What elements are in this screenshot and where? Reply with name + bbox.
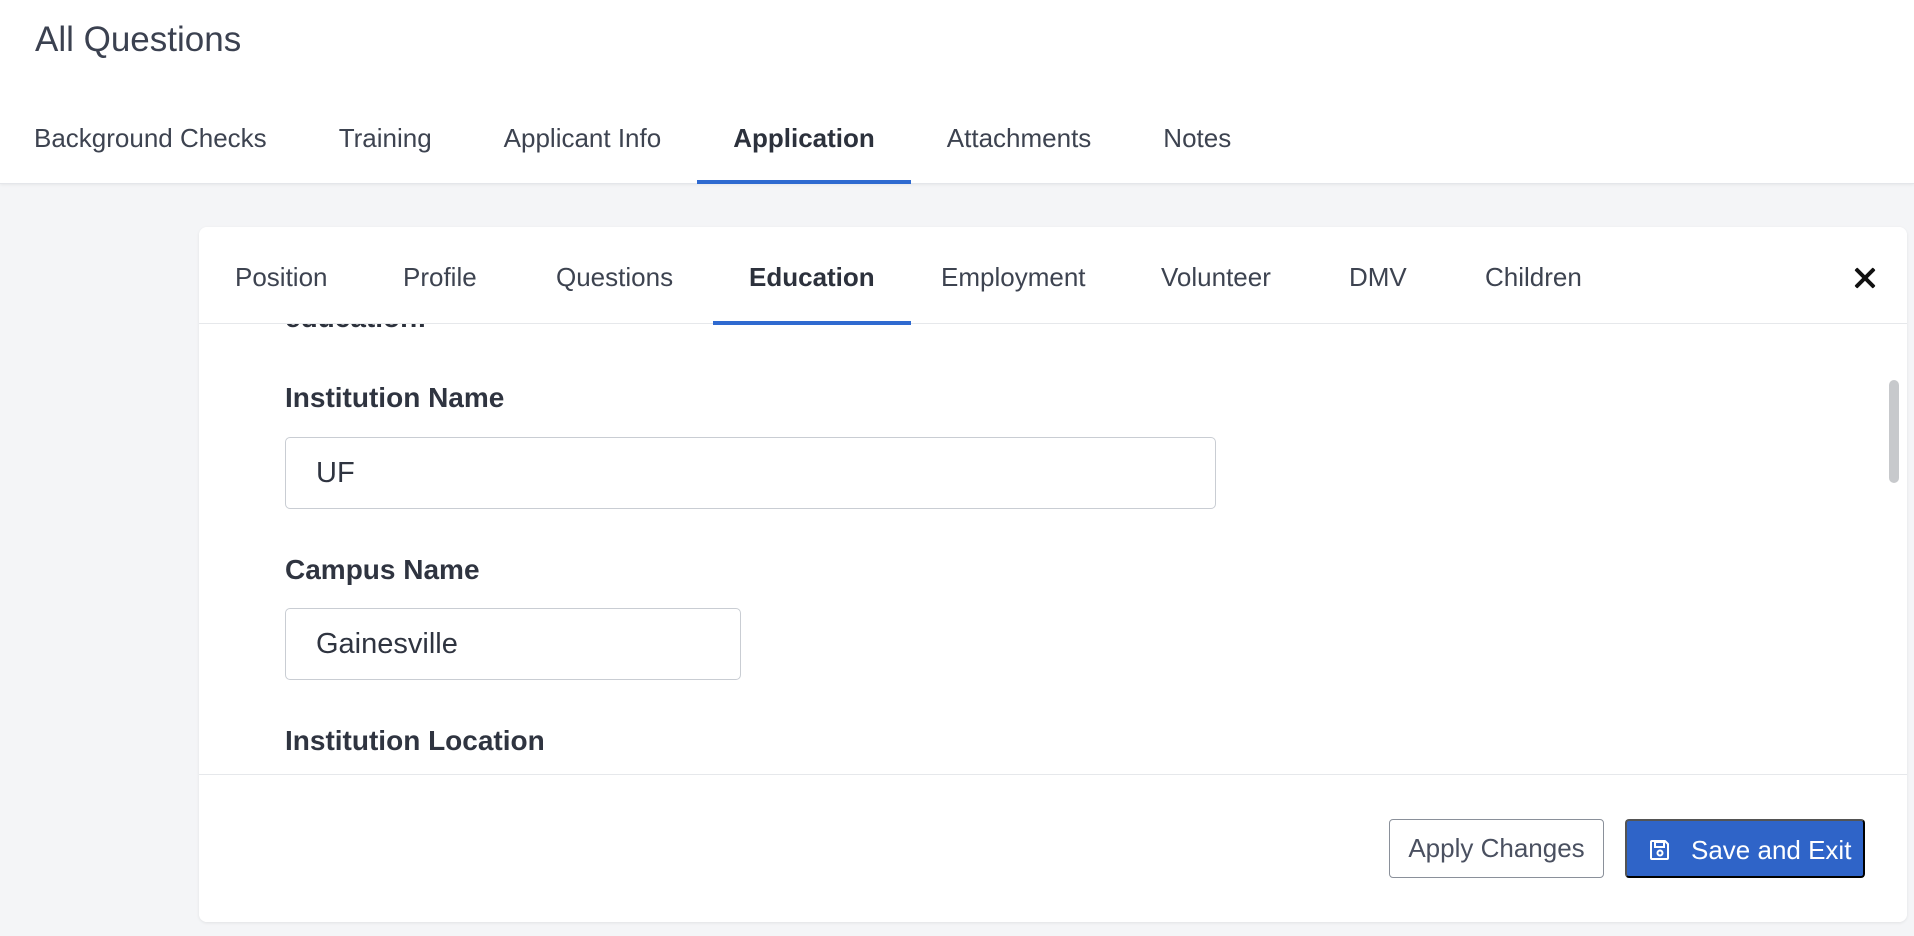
main-tabs: Background Checks Training Applicant Inf… <box>0 112 1231 184</box>
tab-attachments[interactable]: Attachments <box>947 112 1092 184</box>
tab-background-checks[interactable]: Background Checks <box>34 112 267 184</box>
page-header: All Questions Background Checks Training… <box>0 0 1914 184</box>
tab-training[interactable]: Training <box>339 112 432 184</box>
tab-education[interactable]: Education <box>713 227 911 325</box>
application-panel: Position Profile Questions Education Emp… <box>199 227 1907 922</box>
tab-profile[interactable]: Profile <box>403 227 477 324</box>
tab-notes[interactable]: Notes <box>1163 112 1231 184</box>
tab-position[interactable]: Position <box>235 227 328 324</box>
save-icon <box>1650 840 1669 860</box>
tab-questions[interactable]: Questions <box>556 227 673 324</box>
tab-volunteer[interactable]: Volunteer <box>1161 227 1271 324</box>
scrollbar[interactable] <box>1889 380 1899 483</box>
tab-children[interactable]: Children <box>1485 227 1582 324</box>
campus-name-label: Campus Name <box>285 554 480 585</box>
panel-footer: Apply Changes Save and Exit <box>199 774 1907 922</box>
institution-location-label: Institution Location <box>285 725 545 756</box>
tab-dmv[interactable]: DMV <box>1349 227 1407 324</box>
close-icon[interactable] <box>1852 265 1878 291</box>
education-form: education: Institution Name UF Campus Na… <box>199 324 1907 774</box>
section-heading: education: <box>285 324 427 334</box>
campus-name-input[interactable]: Gainesville <box>285 608 741 680</box>
institution-name-label: Institution Name <box>285 382 505 413</box>
tab-applicant-info[interactable]: Applicant Info <box>504 112 662 184</box>
page-title: All Questions <box>35 20 242 59</box>
tab-application[interactable]: Application <box>697 112 911 184</box>
tab-employment[interactable]: Employment <box>941 227 1086 324</box>
apply-changes-button[interactable]: Apply Changes <box>1389 819 1604 878</box>
application-sub-tabs: Position Profile Questions Education Emp… <box>199 227 1907 325</box>
save-and-exit-button[interactable]: Save and Exit <box>1625 819 1865 878</box>
institution-name-input[interactable]: UF <box>285 437 1216 509</box>
save-and-exit-label: Save and Exit <box>1691 835 1852 865</box>
